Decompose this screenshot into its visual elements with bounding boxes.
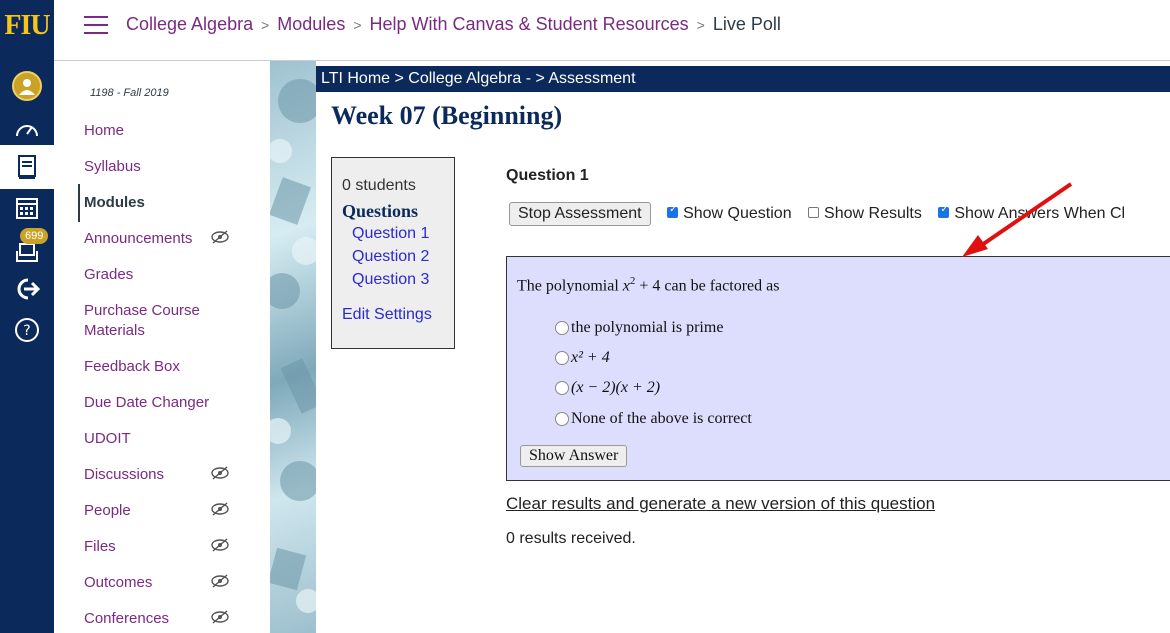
prompt-text-end: can be factored as — [660, 277, 780, 295]
choice-label: None of the above is correct — [571, 410, 752, 427]
show-answers-checkbox[interactable] — [938, 204, 950, 219]
hidden-eye-icon — [211, 610, 229, 624]
clear-results-link[interactable]: Clear results and generate a new version… — [506, 494, 935, 514]
breadcrumb-current: Live Poll — [712, 14, 781, 34]
choice-label: x² + 4 — [571, 349, 610, 366]
prompt-text: The polynomial — [517, 277, 623, 295]
lti-breadcrumb-bar: LTI Home > College Algebra - > Assessmen… — [316, 66, 1170, 92]
show-results-checkbox[interactable] — [808, 207, 820, 219]
course-nav-feedback-box[interactable]: Feedback Box — [84, 357, 234, 377]
breadcrumb-module[interactable]: Help With Canvas & Student Resources — [370, 14, 689, 34]
calendar-icon[interactable] — [11, 192, 43, 224]
chevron-right-icon: > — [353, 17, 362, 33]
radio-button[interactable] — [555, 351, 569, 365]
choice-2[interactable]: x² + 4 — [555, 349, 610, 367]
top-header: College Algebra > Modules > Help With Canvas… — [54, 0, 1170, 61]
choice-4[interactable]: None of the above is correct — [555, 410, 752, 428]
breadcrumb: College Algebra > Modules > Help With Canvas… — [126, 14, 781, 35]
radio-button[interactable] — [555, 412, 569, 426]
course-nav-modules[interactable]: Modules — [84, 193, 234, 213]
hidden-eye-icon — [211, 466, 229, 480]
question-prompt: The polynomial x2 + 4 can be factored as — [517, 275, 780, 295]
choice-1[interactable]: the polynomial is prime — [555, 319, 723, 337]
course-nav-due-date-changer[interactable]: Due Date Changer — [84, 393, 234, 413]
chevron-right-icon: > — [261, 17, 270, 33]
course-nav: 1198 - Fall 2019 Home Syllabus Modules A… — [54, 61, 270, 633]
results-count: 0 results received. — [506, 530, 636, 547]
choice-label: (x − 2)(x + 2) — [571, 379, 661, 396]
prompt-exponent: 2 — [629, 275, 636, 287]
hidden-eye-icon — [211, 538, 229, 552]
choice-3[interactable]: (x − 2)(x + 2) — [555, 379, 660, 397]
decorative-background — [270, 61, 316, 633]
page-title: Week 07 (Beginning) — [331, 101, 563, 130]
red-arrow-annotation — [962, 182, 1073, 257]
student-count: 0 students — [342, 177, 416, 194]
chevron-right-icon: > — [696, 17, 705, 33]
question-link-2[interactable]: Question 2 — [352, 245, 444, 268]
inbox-badge: 699 — [20, 228, 49, 244]
edit-settings-link[interactable]: Edit Settings — [342, 306, 444, 324]
avatar-icon — [12, 71, 42, 101]
global-nav: FIU 699 ? — [0, 0, 54, 633]
help-icon[interactable]: ? — [11, 314, 43, 346]
question-link-3[interactable]: Question 3 — [352, 268, 444, 291]
account-avatar[interactable] — [11, 70, 43, 102]
stop-assessment-button[interactable]: Stop Assessment — [509, 202, 651, 226]
breadcrumb-modules[interactable]: Modules — [277, 14, 345, 34]
question-panel: The polynomial x2 + 4 can be factored as… — [506, 256, 1170, 481]
show-answer-button[interactable]: Show Answer — [520, 445, 628, 467]
breadcrumb-course[interactable]: College Algebra — [126, 14, 253, 34]
fiu-logo[interactable]: FIU — [0, 6, 54, 46]
questions-heading: Questions — [342, 201, 419, 221]
hidden-eye-icon — [211, 230, 229, 244]
svg-text:?: ? — [23, 323, 30, 339]
dashboard-icon[interactable] — [11, 113, 43, 145]
prompt-math: x — [622, 277, 630, 295]
course-nav-grades[interactable]: Grades — [84, 265, 234, 285]
course-nav-purchase-materials[interactable]: Purchase Course Materials — [84, 301, 234, 341]
active-indicator — [78, 184, 80, 222]
logout-icon[interactable] — [11, 273, 43, 305]
hidden-eye-icon — [211, 502, 229, 516]
choice-label: the polynomial is prime — [571, 319, 724, 336]
question-label: Question 1 — [506, 167, 589, 184]
question-link-1[interactable]: Question 1 — [352, 222, 444, 245]
radio-button[interactable] — [555, 381, 569, 395]
lti-content: LTI Home > College Algebra - > Assessmen… — [316, 61, 1170, 633]
course-nav-syllabus[interactable]: Syllabus — [84, 157, 234, 177]
courses-icon[interactable] — [0, 145, 54, 189]
term-label: 1198 - Fall 2019 — [90, 87, 169, 99]
course-nav-home[interactable]: Home — [84, 121, 234, 141]
menu-toggle-icon[interactable] — [84, 16, 108, 36]
show-question-label: Show Question — [683, 205, 792, 222]
question-sidebar: 0 students Questions Question 1 Question… — [331, 157, 455, 349]
show-question-checkbox[interactable] — [667, 204, 679, 219]
course-nav-udoit[interactable]: UDOIT — [84, 429, 234, 449]
radio-button[interactable] — [555, 321, 569, 335]
hidden-eye-icon — [211, 574, 229, 588]
show-results-label: Show Results — [824, 205, 922, 222]
